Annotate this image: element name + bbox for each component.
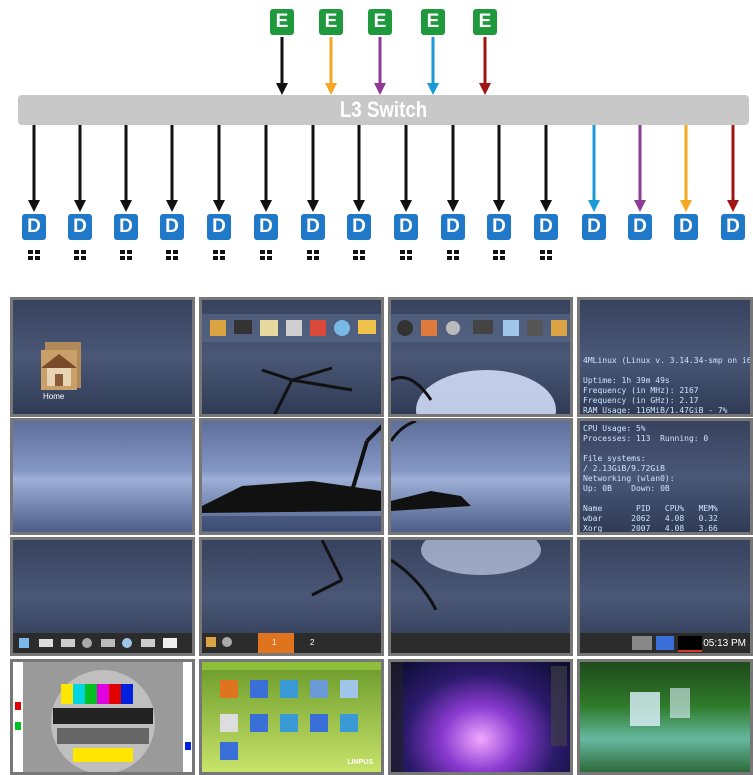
decoder-badge: D <box>628 214 652 240</box>
encoder-arrow <box>427 37 439 95</box>
wall-tile-r4c3 <box>388 659 573 775</box>
test-pattern <box>13 662 192 772</box>
aurora-desktop <box>391 662 567 772</box>
home-label: Home <box>43 392 65 401</box>
decoder-arrow <box>307 125 319 212</box>
moon-reflection <box>391 540 541 611</box>
wall-tile-r3c3 <box>388 537 573 656</box>
decoder-badge: D <box>674 214 698 240</box>
taskbar-icons <box>19 638 177 648</box>
decoder-arrow <box>727 125 739 212</box>
pager-1[interactable]: 1 <box>272 638 276 647</box>
decoder-badge: D <box>207 214 231 240</box>
decoder-badge: D <box>22 214 46 240</box>
app-grid <box>202 662 381 760</box>
decoder-arrow <box>166 125 178 212</box>
windows-icon <box>213 250 225 261</box>
decoder-badge: D <box>487 214 511 240</box>
wall-tile-r1c3 <box>388 297 573 417</box>
decoder-arrow <box>74 125 86 212</box>
windows-icon <box>260 250 272 261</box>
decoder-arrow <box>447 125 459 212</box>
wall-tile-r3c4: 05:13 PM <box>577 537 753 656</box>
encoder-arrow <box>479 37 491 95</box>
decoder-badge: D <box>68 214 92 240</box>
windows-icon <box>166 250 178 261</box>
decoder-arrow <box>540 125 552 212</box>
taskbar-right <box>391 633 570 653</box>
decoder-arrow <box>493 125 505 212</box>
island-tree <box>202 424 381 531</box>
wall-tile-r4c4 <box>577 659 753 775</box>
clock: 05:13 PM <box>703 638 746 649</box>
sysinfo-top: 4MLinux (Linux v. 3.14.34-smp on i686) U… <box>583 356 752 415</box>
windows-icon <box>447 250 459 261</box>
wall-tile-r4c1 <box>10 659 195 775</box>
decoder-badge: D <box>114 214 138 240</box>
tray-bar: 05:13 PM <box>580 633 750 653</box>
island-tree-right <box>391 421 471 511</box>
l3-switch: L3 Switch <box>18 95 749 125</box>
linpus-label: LINPUS <box>347 759 373 766</box>
dock-icons <box>202 314 381 342</box>
sysinfo-mid: CPU Usage: 5% Processes: 113 Running: 0 … <box>583 424 718 533</box>
wall-tile-r1c4: 4MLinux (Linux v. 3.14.34-smp on i686) U… <box>577 297 753 417</box>
moon-scene <box>391 370 556 414</box>
decoder-arrow <box>588 125 600 212</box>
decoder-arrow <box>28 125 40 212</box>
switch-label: L3 Switch <box>339 97 428 122</box>
decoder-arrow <box>400 125 412 212</box>
decoder-arrow <box>634 125 646 212</box>
decoder-badge: D <box>301 214 325 240</box>
decoder-arrow <box>120 125 132 212</box>
decoder-arrow <box>260 125 272 212</box>
decoder-arrow <box>213 125 225 212</box>
wall-tile-r2c4: CPU Usage: 5% Processes: 113 Running: 0 … <box>577 418 753 535</box>
wall-tile-r2c2 <box>199 418 384 535</box>
windows-icon <box>28 250 40 261</box>
wall-tile-r3c2: 1 2 <box>199 537 384 656</box>
wall-tile-r2c3 <box>388 418 573 535</box>
encoder-badge: E <box>270 9 294 35</box>
decoder-arrow <box>353 125 365 212</box>
windows-icon <box>400 250 412 261</box>
encoder-arrow <box>374 37 386 95</box>
windows-icon <box>74 250 86 261</box>
wall-tile-r1c2 <box>199 297 384 417</box>
decoder-badge: D <box>254 214 278 240</box>
home-folder-icon <box>41 342 81 390</box>
encoder-badge: E <box>368 9 392 35</box>
encoder-badge: E <box>473 9 497 35</box>
decoder-badge: D <box>721 214 745 240</box>
decoder-badge: D <box>347 214 371 240</box>
encoder-badge: E <box>319 9 343 35</box>
windows-icon <box>120 250 132 261</box>
wall-tile-r4c2: LINPUS <box>199 659 384 775</box>
windows-icon <box>353 250 365 261</box>
taskbar-left <box>13 633 192 653</box>
video-wall: Home 4MLinux (Linux v. 3.14.34-smp on i6… <box>10 297 753 775</box>
waterfall <box>630 688 690 726</box>
encoder-badge: E <box>421 9 445 35</box>
windows-icon <box>307 250 319 261</box>
encoder-arrow <box>276 37 288 95</box>
taskbar-mid: 1 2 <box>202 633 381 653</box>
decoder-arrow <box>680 125 692 212</box>
wall-tile-r3c1 <box>10 537 195 656</box>
tree-silhouette <box>261 366 353 414</box>
wall-tile-r1c1: Home <box>10 297 195 417</box>
decoder-badge: D <box>534 214 558 240</box>
windows-icon <box>540 250 552 261</box>
windows-icon <box>493 250 505 261</box>
wall-tile-r2c1 <box>10 418 195 535</box>
decoder-badge: D <box>394 214 418 240</box>
pager-2[interactable]: 2 <box>310 638 314 647</box>
decoder-badge: D <box>441 214 465 240</box>
tree-reflection <box>311 540 344 597</box>
encoder-arrow <box>325 37 337 95</box>
decoder-badge: D <box>582 214 606 240</box>
decoder-badge: D <box>160 214 184 240</box>
